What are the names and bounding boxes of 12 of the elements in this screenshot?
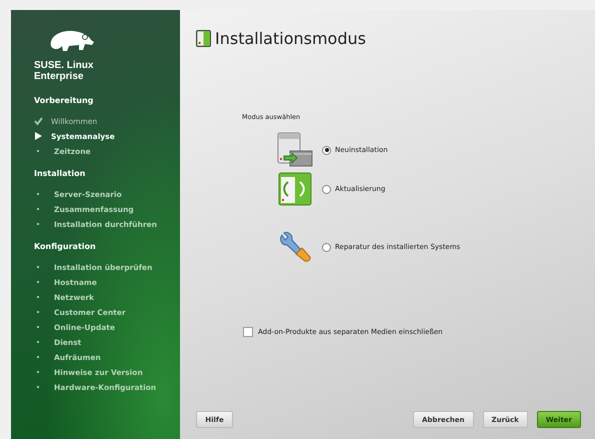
radio-button[interactable] bbox=[322, 184, 331, 194]
window-icon bbox=[196, 30, 211, 47]
update-icon bbox=[276, 172, 314, 206]
computer-folder-icon bbox=[276, 131, 314, 169]
section-heading: Installation bbox=[34, 169, 86, 178]
brand-name: SUSE. Linux Enterprise bbox=[34, 60, 94, 82]
page-title: Installationsmodus bbox=[215, 29, 366, 48]
radio-button[interactable] bbox=[322, 146, 331, 154]
radio-button[interactable] bbox=[322, 242, 331, 252]
checkbox[interactable] bbox=[243, 327, 253, 337]
section-heading: Vorbereitung bbox=[34, 96, 94, 105]
section-heading: Konfiguration bbox=[34, 242, 97, 251]
